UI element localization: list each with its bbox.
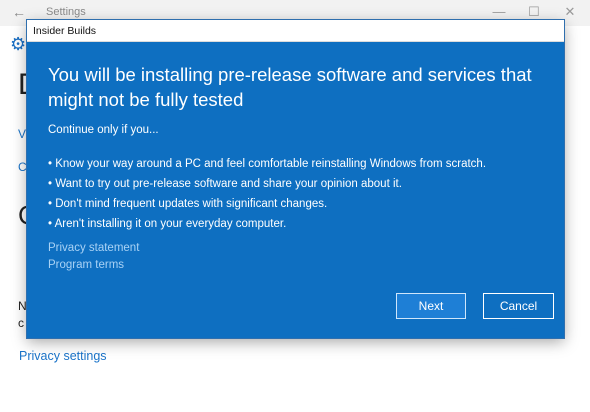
list-item: • Know your way around a PC and feel com… bbox=[48, 158, 487, 170]
dialog-heading: You will be installing pre-release softw… bbox=[48, 64, 532, 110]
cancel-button[interactable]: Cancel bbox=[483, 293, 554, 319]
list-item: • Don't mind frequent updates with signi… bbox=[48, 198, 328, 210]
partial-text-n: N bbox=[18, 299, 27, 313]
settings-window-title: Settings bbox=[46, 6, 86, 18]
next-button[interactable]: Next bbox=[396, 293, 466, 319]
close-icon[interactable]: ✕ bbox=[560, 4, 580, 20]
program-terms-link[interactable]: Program terms bbox=[48, 259, 124, 271]
partial-link-c[interactable]: C bbox=[18, 160, 27, 174]
privacy-statement-link[interactable]: Privacy statement bbox=[48, 242, 139, 254]
insider-builds-dialog: Insider Builds You will be installing pr… bbox=[27, 20, 564, 338]
dialog-title: Insider Builds bbox=[33, 25, 97, 37]
dialog-subheading: Continue only if you... bbox=[48, 124, 159, 136]
dialog-titlebar: Insider Builds bbox=[27, 20, 564, 42]
maximize-icon[interactable]: ☐ bbox=[524, 4, 544, 20]
gear-icon: ⚙ bbox=[10, 34, 27, 54]
list-item: • Want to try out pre-release software a… bbox=[48, 178, 402, 190]
partial-link-v[interactable]: V bbox=[18, 127, 26, 141]
back-arrow-icon[interactable]: ← bbox=[12, 4, 26, 20]
requirements-list: • Know your way around a PC and feel com… bbox=[48, 154, 486, 234]
partial-text-c: c bbox=[18, 316, 24, 330]
minimize-icon[interactable]: — bbox=[489, 4, 509, 19]
list-item: • Aren't installing it on your everyday … bbox=[48, 218, 287, 230]
privacy-settings-link[interactable]: Privacy settings bbox=[19, 349, 107, 363]
